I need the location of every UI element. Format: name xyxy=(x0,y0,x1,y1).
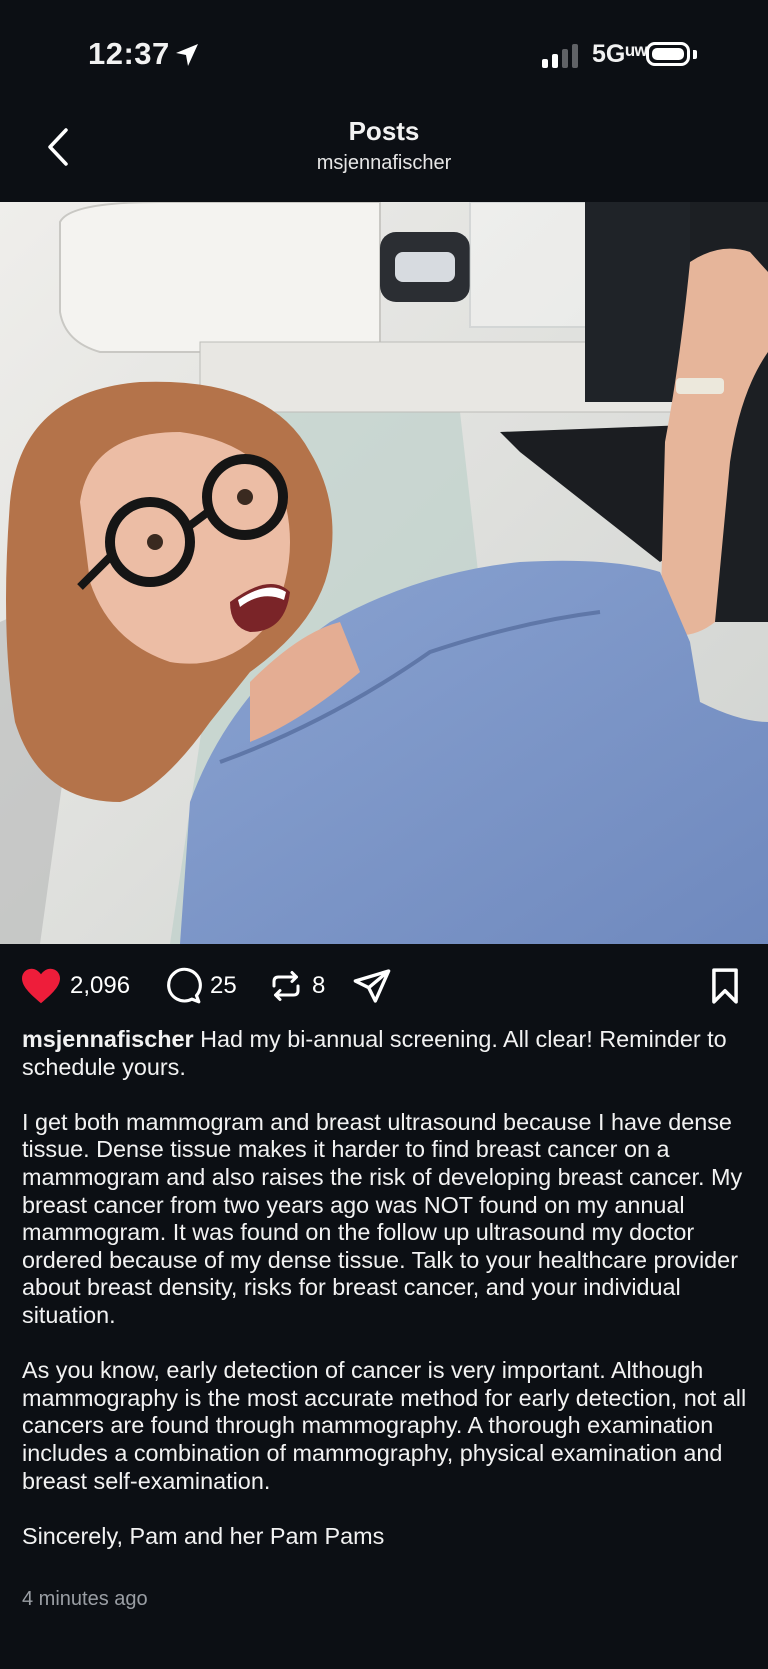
comment-action[interactable]: 25 xyxy=(164,944,237,1028)
network-type: 5Gᵘʷ xyxy=(592,40,648,68)
like-count: 2,096 xyxy=(70,972,131,999)
post-photo[interactable] xyxy=(0,202,768,944)
post-timestamp: 4 minutes ago xyxy=(22,1588,148,1610)
nav-header: Posts msjennafischer xyxy=(0,100,768,202)
repost-icon[interactable] xyxy=(268,967,304,1005)
share-action[interactable] xyxy=(352,944,392,1028)
battery-icon xyxy=(646,42,690,66)
battery-tip xyxy=(693,50,697,59)
comment-count: 25 xyxy=(210,972,237,999)
bookmark-action[interactable] xyxy=(708,944,742,1028)
like-action[interactable]: 2,096 xyxy=(20,944,130,1028)
post-actions-bar: 2,096 25 8 xyxy=(0,944,768,1028)
bookmark-icon[interactable] xyxy=(708,967,742,1005)
caption-sign-off: Sincerely, Pam and her Pam Pams xyxy=(22,1522,385,1549)
repost-count: 8 xyxy=(312,972,326,999)
heart-icon[interactable] xyxy=(20,967,62,1005)
caption-paragraph-1: I get both mammogram and breast ultrasou… xyxy=(22,1108,743,1328)
post-caption: msjennafischer Had my bi-annual screenin… xyxy=(22,1026,752,1578)
signal-strength-icon xyxy=(542,44,582,68)
share-paper-plane-icon[interactable] xyxy=(352,966,392,1006)
caption-paragraph-2: As you know, early detection of cancer i… xyxy=(22,1357,747,1494)
repost-action[interactable]: 8 xyxy=(268,944,325,1028)
page-subtitle-username[interactable]: msjennafischer xyxy=(0,152,768,175)
page-title: Posts xyxy=(348,116,420,146)
status-bar: 12:37 5Gᵘʷ xyxy=(0,0,768,100)
location-arrow-icon xyxy=(176,44,198,66)
caption-username[interactable]: msjennafischer xyxy=(22,1026,194,1052)
status-time: 12:37 xyxy=(88,36,170,71)
comment-bubble-icon[interactable] xyxy=(164,967,202,1005)
post-image-illustration xyxy=(0,202,768,944)
